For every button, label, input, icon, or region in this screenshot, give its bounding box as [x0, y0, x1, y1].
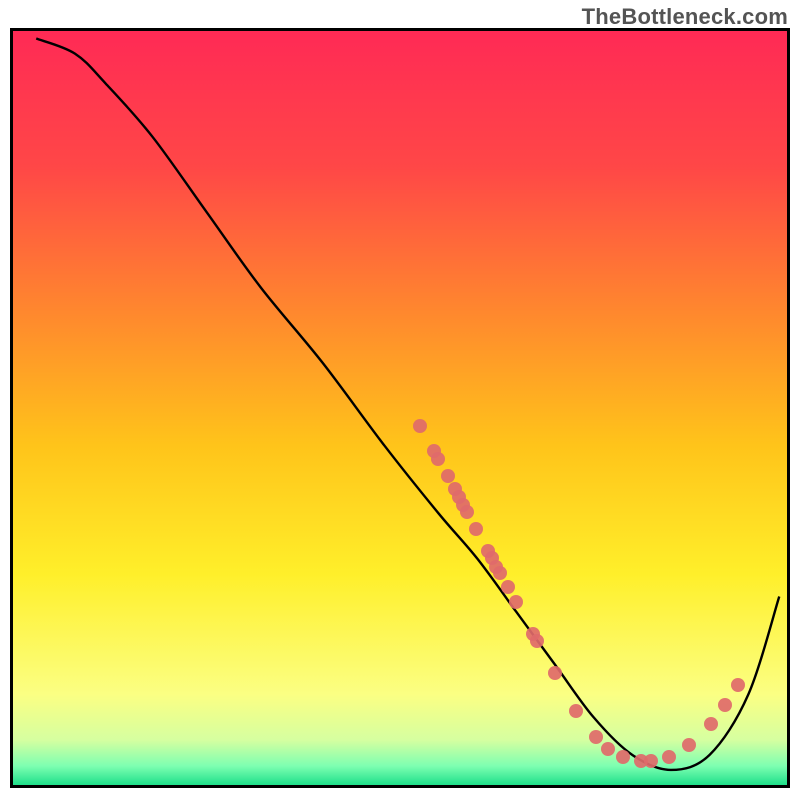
highlight-marker: [530, 634, 544, 648]
attribution-text: TheBottleneck.com: [582, 4, 788, 30]
highlight-marker: [731, 678, 745, 692]
highlight-marker: [682, 738, 696, 752]
highlight-marker: [704, 717, 718, 731]
highlight-marker: [616, 750, 630, 764]
highlight-marker: [509, 595, 523, 609]
highlight-marker: [431, 452, 445, 466]
highlight-marker: [548, 666, 562, 680]
highlight-marker: [662, 750, 676, 764]
chart-frame: TheBottleneck.com: [0, 0, 800, 800]
highlight-marker: [601, 742, 615, 756]
highlight-marker: [718, 698, 732, 712]
highlight-marker: [501, 580, 515, 594]
highlight-marker: [441, 469, 455, 483]
plot-area: [10, 28, 790, 788]
highlight-marker: [460, 505, 474, 519]
highlight-marker: [413, 419, 427, 433]
highlight-marker: [569, 704, 583, 718]
plot-svg: [13, 31, 787, 785]
gradient-background: [13, 31, 787, 785]
highlight-marker: [493, 566, 507, 580]
highlight-marker: [469, 522, 483, 536]
highlight-marker: [644, 754, 658, 768]
highlight-marker: [589, 730, 603, 744]
